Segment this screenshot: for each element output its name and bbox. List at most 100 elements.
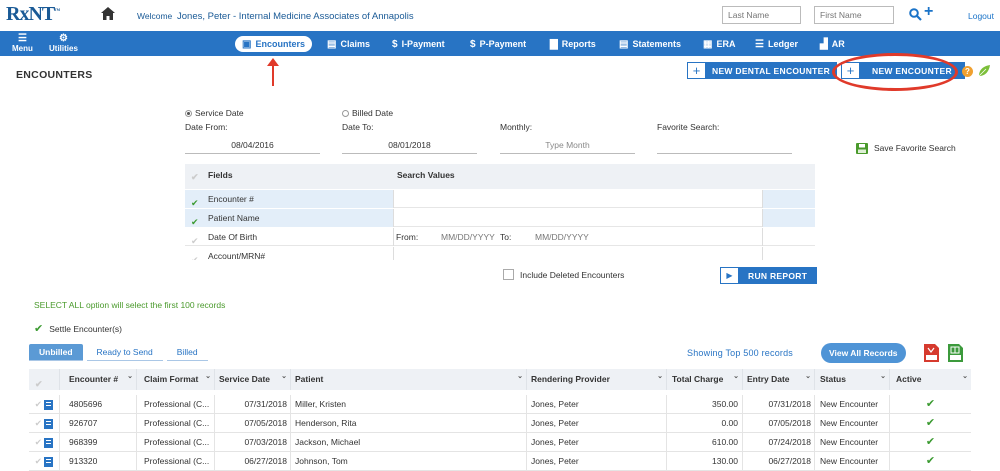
header-status[interactable]: Status ⌄ [815, 369, 890, 390]
last-name-input[interactable] [722, 6, 801, 24]
radio-unselected [342, 110, 349, 118]
help-icon[interactable]: ? [962, 66, 973, 77]
header-claim-format[interactable]: Claim Format ⌄ [137, 369, 215, 390]
bar-chart-icon: ▟ [820, 38, 828, 50]
welcome-text: Welcome Jones, Peter - Internal Medicine… [137, 11, 414, 22]
date-to-field[interactable]: 08/01/2018 [342, 136, 477, 154]
menu-button[interactable]: ☰ Menu [12, 33, 33, 53]
search-icon[interactable] [909, 8, 922, 21]
tab-encounters[interactable]: ▣ Encounters [235, 36, 312, 52]
tab-ready-to-send[interactable]: Ready to Send [86, 344, 163, 361]
fields-grid-header: ✔ Fields Search Values [185, 164, 815, 189]
tab-era[interactable]: ▦ ERA [703, 36, 735, 52]
tab-ledger[interactable]: ☰ Ledger [755, 36, 798, 52]
favorite-search-field[interactable] [657, 136, 792, 154]
header-active[interactable]: Active ⌄ [890, 369, 971, 390]
date-from-field[interactable]: 08/04/2016 [185, 136, 320, 154]
field-row-account[interactable]: ✔ Account/MRN# [185, 247, 815, 260]
dob-to-field[interactable]: MM/DD/YYYY [535, 228, 589, 246]
patient-name-search-value[interactable] [393, 209, 763, 227]
monthly-label: Monthly: [500, 122, 533, 132]
service-date-radio[interactable]: Service Date [185, 108, 244, 118]
settle-encounters-button[interactable]: ✔ Settle Encounter(s) [34, 322, 122, 335]
first-name-input[interactable] [814, 6, 894, 24]
rxnt-logo[interactable]: RxNT™ [6, 3, 60, 26]
main-nav: ☰ Menu ⚙ Utilities ▣ Encounters ▤ Claims $ I-… [0, 31, 1000, 56]
active-check-icon: ✔ [925, 417, 936, 429]
dollar-icon: $ [470, 38, 476, 50]
encounter-search-value[interactable] [393, 190, 763, 208]
claims-icon: ▤ [327, 38, 337, 50]
field-row-dob[interactable]: ✔ Date Of Birth From: MM/DD/YYYY To: MM/D… [185, 228, 815, 246]
tab-billed[interactable]: Billed [166, 344, 208, 361]
header-entry-date[interactable]: Entry Date ⌄ [743, 369, 815, 390]
row-select-check[interactable]: ✔ [35, 399, 42, 409]
favorite-search-label: Favorite Search: [657, 122, 720, 132]
leaf-icon[interactable] [977, 64, 991, 78]
annotation-arrow [267, 58, 279, 86]
table-row[interactable]: ✔ 4805696 Professional (C... 07/31/2018 … [29, 395, 971, 414]
search-fields-grid: ✔ Fields Search Values ✔ Encounter # ✔ Pat… [185, 164, 815, 260]
field-row-encounter[interactable]: ✔ Encounter # [185, 190, 815, 208]
table-row[interactable]: ✔ 926707 Professional (C... 07/05/2018 H… [29, 414, 971, 433]
pdf-export-icon[interactable] [924, 344, 939, 362]
tab-claims[interactable]: ▤ Claims [327, 36, 370, 52]
row-select-check[interactable]: ✔ [35, 418, 42, 428]
field-row-patient-name[interactable]: ✔ Patient Name [185, 209, 815, 227]
date-from-label: Date From: [185, 122, 228, 132]
row-select-check[interactable]: ✔ [35, 437, 42, 447]
select-all-note: SELECT ALL option will select the first … [34, 300, 226, 310]
select-all-fields-check[interactable]: ✔ [191, 172, 199, 183]
tab-p-payment[interactable]: $ P-Payment [470, 36, 526, 52]
save-favorite-search-button[interactable]: Save Favorite Search [856, 137, 976, 159]
new-dental-encounter-button[interactable]: + NEW DENTAL ENCOUNTER [687, 62, 838, 79]
top-header: RxNT™ Welcome Jones, Peter - Internal Me… [0, 0, 1000, 31]
header-service-date[interactable]: Service Date ⌄ [215, 369, 291, 390]
statements-icon: ▤ [619, 38, 629, 50]
plus-icon: + [688, 63, 706, 78]
tab-statements[interactable]: ▤ Statements [619, 36, 681, 52]
gear-icon: ⚙ [58, 33, 68, 44]
dollar-icon: $ [392, 38, 398, 50]
active-check-icon: ✔ [925, 398, 936, 410]
monthly-field[interactable]: Type Month [500, 136, 635, 154]
table-row[interactable]: ✔ 968399 Professional (C... 07/03/2018 J… [29, 433, 971, 452]
home-icon[interactable] [101, 7, 115, 20]
run-report-button[interactable]: ▶ RUN REPORT [720, 267, 818, 284]
check-icon: ✔ [34, 323, 44, 335]
tab-reports[interactable]: ▇ Reports [550, 36, 596, 52]
header-total-charge[interactable]: Total Charge ⌄ [667, 369, 743, 390]
header-encounter[interactable]: Encounter # ⌄ [60, 369, 137, 390]
dob-from-field[interactable]: MM/DD/YYYY [441, 228, 495, 246]
annotation-circle [832, 53, 958, 91]
tab-i-payment[interactable]: $ I-Payment [392, 36, 445, 52]
active-check-icon: ✔ [925, 436, 936, 448]
play-icon: ▶ [721, 268, 739, 283]
csv-export-icon[interactable] [948, 344, 963, 362]
date-to-label: Date To: [342, 122, 374, 132]
tab-unbilled[interactable]: Unbilled [29, 344, 83, 361]
encounter-status-tabs: Unbilled Ready to Send Billed [29, 344, 208, 361]
account-search-value[interactable] [393, 247, 763, 260]
save-favorite-icon [856, 142, 868, 154]
include-deleted-checkbox[interactable]: Include Deleted Encounters [503, 269, 624, 280]
utilities-button[interactable]: ⚙ Utilities [49, 33, 78, 53]
menu-icon: ☰ [17, 33, 27, 44]
header-patient[interactable]: Patient ⌄ [291, 369, 527, 390]
logout-link[interactable]: Logout [968, 11, 994, 21]
document-icon[interactable] [44, 437, 54, 448]
table-row[interactable]: ✔ 913320 Professional (C... 06/27/2018 J… [29, 452, 971, 471]
document-icon[interactable] [44, 418, 54, 429]
header-rendering-provider[interactable]: Rendering Provider ⌄ [527, 369, 667, 390]
add-patient-icon[interactable]: + [924, 3, 933, 21]
radio-selected [185, 110, 192, 118]
header-select[interactable]: ✔ [29, 369, 60, 390]
reports-icon: ▇ [550, 38, 558, 50]
check-icon[interactable]: ✔ [191, 251, 199, 260]
document-icon[interactable] [44, 456, 54, 467]
view-all-records-button[interactable]: View All Records [821, 343, 906, 363]
row-select-check[interactable]: ✔ [35, 456, 42, 466]
billed-date-radio[interactable]: Billed Date [342, 108, 393, 118]
tab-ar[interactable]: ▟ AR [820, 36, 845, 52]
document-icon[interactable] [44, 399, 54, 410]
